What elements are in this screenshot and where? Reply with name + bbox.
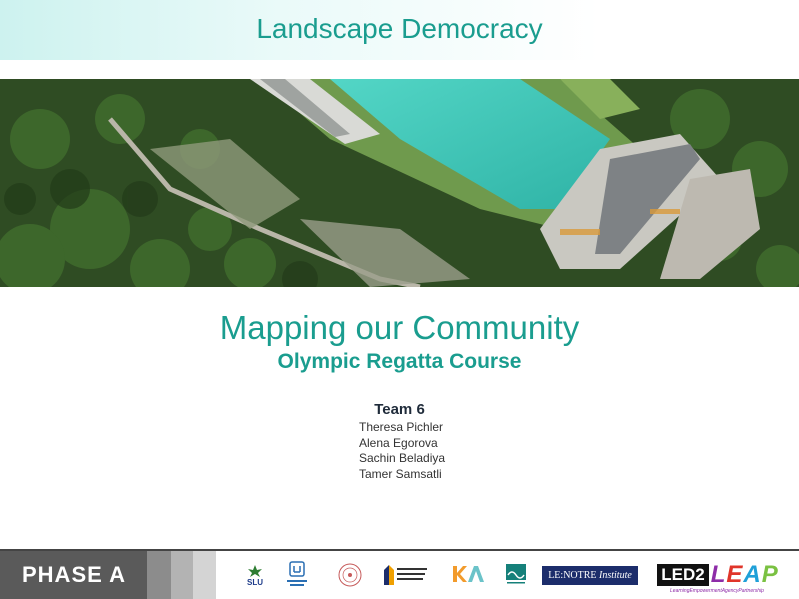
lenotre-badge: LE:NOTRE Institute: [542, 565, 638, 585]
main-title: Mapping our Community: [219, 309, 580, 346]
subtitle: Olympic Regatta Course: [277, 350, 522, 373]
university-crest-icon: [287, 561, 307, 586]
slu-logo-text: SLU: [247, 577, 263, 587]
ka-letters-icon: [453, 566, 484, 582]
aerial-photo-illustration: [0, 79, 799, 287]
leap-tagline: LearningEmpowermentAgencyPartnership: [670, 588, 764, 594]
team-label: Team 6: [374, 401, 425, 418]
header-title: Landscape Democracy: [256, 13, 543, 44]
phase-shade: [171, 551, 193, 599]
led2-text: LED2: [657, 564, 709, 586]
leap-text: LEAP: [710, 561, 779, 588]
leap-letter: E: [726, 561, 744, 588]
footer-bar: PHASE A SLU LE:NOTRE Institute LED2 LEAP…: [0, 549, 799, 599]
phase-shade: [147, 551, 171, 599]
phase-label: PHASE A: [0, 551, 147, 599]
phase-shade: [193, 551, 216, 599]
lenotre-prefix: LE:NOTRE: [548, 569, 597, 581]
kth-logo: [503, 551, 529, 599]
team-member: Alena Egorova: [359, 435, 438, 450]
ka-logo: [450, 551, 486, 599]
lenotre-suffix: Institute: [599, 569, 632, 581]
team-member: Theresa Pichler: [359, 420, 444, 434]
team-members-list: Theresa Pichler Alena Egorova Sachin Bel…: [359, 420, 559, 482]
leap-letter: P: [761, 561, 779, 588]
hochschule-emblem-icon: [384, 565, 427, 585]
led2leap-logo: LED2 LEAP LearningEmpowermentAgencyPartn…: [657, 551, 778, 599]
led2leap-wordmark: LED2 LEAP: [657, 561, 779, 588]
team-member: Tamer Samsatli: [359, 466, 442, 481]
slu-leaf-icon: [248, 564, 262, 577]
leap-letter: L: [710, 561, 727, 588]
aerial-photo: [0, 79, 799, 287]
hochschule-logo: [380, 551, 432, 599]
seal-logo: [333, 551, 367, 599]
slu-logo: SLU: [243, 551, 267, 599]
team-member: Sachin Beladiya: [359, 451, 446, 465]
leap-letter: A: [743, 561, 762, 588]
university-logo: [283, 551, 311, 599]
lenotre-logo: LE:NOTRE Institute: [542, 551, 638, 599]
university-seal-icon: [338, 563, 362, 587]
wave-icon: [506, 564, 526, 584]
